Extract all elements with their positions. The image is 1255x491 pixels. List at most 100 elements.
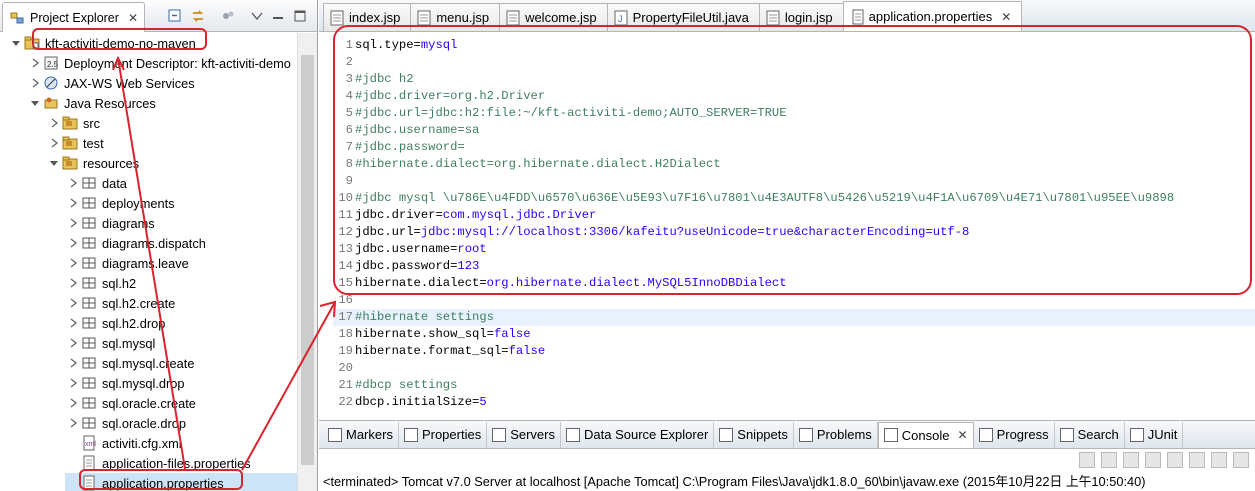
tree-item[interactable]: sql.mysql: [65, 333, 297, 353]
chevron-right-icon[interactable]: [27, 75, 43, 91]
package-icon: [81, 375, 97, 391]
svg-text:2.5: 2.5: [47, 60, 59, 69]
source-folder-icon: [62, 115, 78, 131]
bottom-tab[interactable]: Search: [1055, 421, 1125, 448]
bottom-tab[interactable]: Progress: [974, 421, 1055, 448]
bottom-tab[interactable]: Console ✕: [877, 421, 974, 448]
chevron-down-icon[interactable]: [8, 35, 24, 51]
chevron-right-icon[interactable]: [27, 55, 43, 71]
chevron-right-icon[interactable]: [65, 215, 81, 231]
filters-icon[interactable]: [220, 8, 236, 24]
editor-tab[interactable]: login.jsp: [758, 3, 844, 31]
project-icon: [24, 35, 40, 51]
chevron-down-icon[interactable]: [27, 95, 43, 111]
chevron-right-icon[interactable]: [65, 415, 81, 431]
comment-text: #jdbc.password=: [355, 140, 465, 154]
tree-scrollbar[interactable]: [297, 33, 317, 491]
line-number: 12: [338, 225, 353, 239]
tree-item[interactable]: diagrams.leave: [65, 253, 297, 273]
chevron-right-icon[interactable]: [65, 195, 81, 211]
editor-tab[interactable]: menu.jsp: [410, 3, 501, 31]
chevron-right-icon[interactable]: [46, 115, 62, 131]
scroll-lock-icon[interactable]: [1167, 452, 1183, 468]
jsp-file-icon: [417, 10, 431, 26]
tree-item[interactable]: sql.oracle.drop: [65, 413, 297, 433]
chevron-right-icon[interactable]: [65, 375, 81, 391]
code-line: 5 #jdbc.url=jdbc:h2:file:~/kft-activiti-d…: [333, 105, 1255, 122]
tree-item[interactable]: 2.5 Deployment Descriptor: kft-activiti-d…: [27, 53, 297, 73]
tree-item[interactable]: deployments: [65, 193, 297, 213]
problems-icon: [798, 427, 813, 442]
tree-item[interactable]: sql.mysql.drop: [65, 373, 297, 393]
chevron-right-icon[interactable]: [65, 175, 81, 191]
bottom-tab[interactable]: Snippets: [714, 421, 794, 448]
link-with-editor-icon[interactable]: [190, 8, 206, 24]
close-icon[interactable]: ✕: [128, 11, 138, 25]
tree-item[interactable]: test: [46, 133, 297, 153]
tree-item[interactable]: sql.oracle.create: [65, 393, 297, 413]
line-number: 7: [345, 140, 353, 154]
bottom-tab[interactable]: Problems: [794, 421, 878, 448]
tree-item-label: diagrams.dispatch: [102, 235, 206, 251]
view-menu-chevron-down-icon[interactable]: [249, 8, 265, 24]
minimize-icon[interactable]: [270, 8, 286, 24]
tree-item[interactable]: sql.h2: [65, 273, 297, 293]
tree-item[interactable]: JAX-WS Web Services: [27, 73, 297, 93]
maximize-icon[interactable]: [292, 8, 308, 24]
editor-tab[interactable]: application.properties ✕: [842, 1, 1023, 31]
bottom-tab-label: Progress: [996, 427, 1049, 442]
tree-item[interactable]: Java Resources: [27, 93, 297, 113]
tree-item[interactable]: sql.mysql.create: [65, 353, 297, 373]
tree-item[interactable]: kft-activiti-demo-no-maven: [8, 33, 297, 53]
tree-item-label: application.properties: [102, 475, 224, 491]
bottom-tab[interactable]: JUnit: [1125, 421, 1184, 448]
bottom-tab[interactable]: Markers: [323, 421, 399, 448]
terminate-icon[interactable]: [1079, 452, 1095, 468]
tree-item-label: application-files.properties: [102, 455, 251, 471]
project-explorer-icon: [9, 10, 25, 26]
bottom-tab[interactable]: Data Source Explorer: [561, 421, 715, 448]
tree-item[interactable]: resources: [46, 153, 297, 173]
clear-console-icon[interactable]: [1145, 452, 1161, 468]
tree-item-label: sql.mysql: [102, 335, 156, 351]
markers-icon: [328, 427, 342, 442]
tree-item[interactable]: diagrams.dispatch: [65, 233, 297, 253]
close-icon[interactable]: ✕: [958, 428, 968, 442]
tree-item[interactable]: sql.h2.create: [65, 293, 297, 313]
junit-icon: [1129, 427, 1144, 442]
editor-tab[interactable]: welcome.jsp: [499, 3, 608, 31]
scrollbar-thumb[interactable]: [301, 55, 314, 465]
open-console-icon[interactable]: [1233, 452, 1249, 468]
tree-item[interactable]: diagrams: [65, 213, 297, 233]
tree-item[interactable]: application-files.properties: [65, 453, 297, 473]
tree-item[interactable]: src: [46, 113, 297, 133]
collapse-all-icon[interactable]: [167, 8, 183, 24]
tree-item[interactable]: sql.h2.drop: [65, 313, 297, 333]
data-source-icon: [566, 427, 580, 442]
chevron-right-icon[interactable]: [65, 255, 81, 271]
pin-console-icon[interactable]: [1189, 452, 1205, 468]
remove-launch-icon[interactable]: [1101, 452, 1117, 468]
tree-item[interactable]: xml activiti.cfg.xml: [65, 433, 297, 453]
bottom-tab[interactable]: Properties: [399, 421, 488, 448]
tree-item[interactable]: data: [65, 173, 297, 193]
chevron-right-icon[interactable]: [65, 395, 81, 411]
editor-tab[interactable]: J PropertyFileUtil.java: [606, 3, 760, 31]
tree-item[interactable]: application.properties: [65, 473, 297, 491]
chevron-right-icon[interactable]: [65, 355, 81, 371]
bottom-tab[interactable]: Servers: [487, 421, 561, 448]
chevron-down-icon[interactable]: [46, 155, 62, 171]
project-explorer-tab[interactable]: Project Explorer ✕: [2, 2, 145, 32]
chevron-right-icon[interactable]: [65, 295, 81, 311]
chevron-right-icon[interactable]: [65, 235, 81, 251]
code-editor[interactable]: 1 sql.type=mysql 2 3 #jdbc h2 4 #jdbc.driver=o…: [333, 33, 1255, 418]
chevron-right-icon[interactable]: [65, 315, 81, 331]
chevron-right-icon[interactable]: [65, 335, 81, 351]
chevron-right-icon[interactable]: [46, 135, 62, 151]
editor-tab[interactable]: index.jsp: [323, 3, 412, 31]
line-number: 9: [345, 174, 353, 188]
remove-all-icon[interactable]: [1123, 452, 1139, 468]
chevron-right-icon[interactable]: [65, 275, 81, 291]
close-icon[interactable]: ✕: [1001, 10, 1011, 24]
display-console-icon[interactable]: [1211, 452, 1227, 468]
